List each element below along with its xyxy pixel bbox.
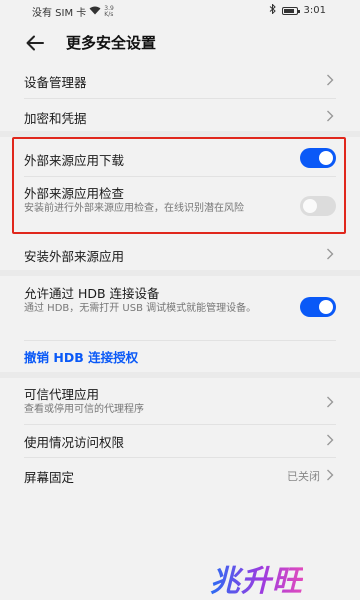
back-arrow-icon[interactable] [24,32,46,54]
wifi-icon [89,6,101,18]
hdb-allow-item[interactable]: 允许通过 HDB 连接设备 通过 HDB，无需打开 USB 调试模式就能管理设备… [24,281,336,335]
battery-icon [281,6,300,15]
bluetooth-icon [269,3,276,17]
usage-access-item[interactable]: 使用情况访问权限 [24,428,336,452]
screen-pin-item[interactable]: 屏幕固定 已关闭 [24,463,336,487]
net-speed-unit: K/s [104,10,114,18]
divider [24,424,336,425]
install-external-label: 安装外部来源应用 [24,249,125,264]
carrier-text: 没有 SIM 卡 [32,8,87,19]
device-admin-item[interactable]: 设备管理器 [24,68,336,92]
hdb-revoke-item[interactable]: 撤销 HDB 连接授权 [24,343,336,367]
hdb-allow-desc: 通过 HDB，无需打开 USB 调试模式就能管理设备。 [24,303,257,314]
chevron-right-icon [327,469,334,481]
chevron-right-icon [327,248,334,260]
chevron-right-icon [327,396,334,408]
watermark-logo: 兆升旺 [210,556,303,600]
hdb-allow-label: 允许通过 HDB 连接设备 [24,286,160,301]
trust-agent-desc: 查看或停用可信的代理程序 [24,404,144,415]
device-admin-label: 设备管理器 [24,75,87,90]
status-bar: 没有 SIM 卡 3.9 K/s 3:01 [0,0,360,22]
section-gap [0,270,360,276]
usage-access-label: 使用情况访问权限 [24,435,125,450]
trust-agent-item[interactable]: 可信代理应用 查看或停用可信的代理程序 [24,382,336,420]
trust-agent-label: 可信代理应用 [24,387,100,402]
screen-pin-label: 屏幕固定 [24,470,75,485]
divider [24,98,336,99]
highlight-box [12,137,346,234]
screen-pin-value: 已关闭 [287,470,320,483]
encryption-item[interactable]: 加密和凭据 [24,104,336,128]
encryption-label: 加密和凭据 [24,111,87,126]
net-speed: 3.9 K/s [104,5,116,18]
clock: 3:01 [303,5,326,16]
chevron-right-icon [327,74,334,86]
install-external-item[interactable]: 安装外部来源应用 [24,242,336,266]
page-title: 更多安全设置 [66,34,157,52]
hdb-revoke-link[interactable]: 撤销 HDB 连接授权 [24,347,138,366]
chevron-right-icon [327,434,334,446]
chevron-right-icon [327,110,334,122]
section-gap [0,372,360,378]
header: 更多安全设置 [0,26,360,60]
divider [24,340,336,341]
divider [24,457,336,458]
hdb-allow-toggle[interactable] [300,297,336,317]
